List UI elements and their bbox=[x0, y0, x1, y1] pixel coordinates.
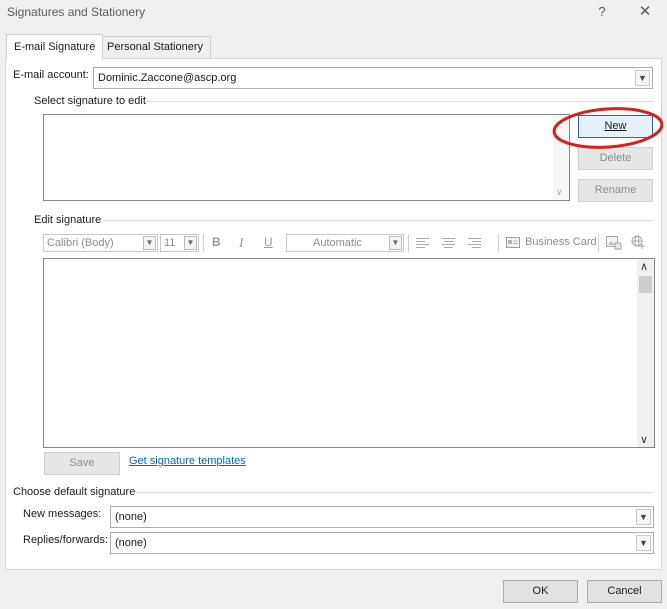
chevron-down-icon: ▼ bbox=[636, 535, 651, 551]
annotation-circle bbox=[552, 107, 664, 149]
italic-button[interactable]: I bbox=[239, 235, 243, 251]
email-account-label: E-mail account: bbox=[13, 69, 89, 81]
chevron-down-icon: ▼ bbox=[184, 236, 197, 250]
toolbar-separator bbox=[598, 234, 599, 252]
cancel-button[interactable]: Cancel bbox=[587, 580, 662, 603]
signature-editor[interactable]: ∧ ∨ bbox=[43, 258, 655, 448]
business-card-button[interactable]: Business Card bbox=[506, 236, 597, 250]
font-size-value: 11 bbox=[164, 237, 176, 249]
email-account-select[interactable]: Dominic.Zaccone@ascp.org ▼ bbox=[93, 67, 653, 89]
chevron-down-icon: ▼ bbox=[389, 236, 402, 250]
chevron-down-icon: ▼ bbox=[636, 509, 651, 525]
default-signature-label: Choose default signature bbox=[13, 486, 136, 498]
signature-list[interactable]: ∨ bbox=[43, 114, 570, 201]
help-button[interactable]: ? bbox=[592, 4, 612, 22]
window-title: Signatures and Stationery bbox=[7, 5, 146, 19]
toolbar-separator bbox=[498, 234, 499, 252]
edit-signature-label: Edit signature bbox=[34, 214, 102, 226]
new-messages-value: (none) bbox=[115, 511, 147, 523]
email-account-value: Dominic.Zaccone@ascp.org bbox=[98, 72, 237, 84]
ok-button[interactable]: OK bbox=[503, 580, 578, 603]
close-button[interactable]: ✕ bbox=[632, 2, 658, 24]
tab-personal-stationery[interactable]: Personal Stationery bbox=[99, 36, 211, 58]
select-signature-label: Select signature to edit bbox=[34, 95, 146, 107]
toolbar-separator bbox=[408, 234, 409, 252]
underline-button[interactable]: U bbox=[264, 235, 273, 249]
align-left-icon[interactable] bbox=[416, 237, 430, 249]
replies-forwards-select[interactable]: (none) ▼ bbox=[110, 532, 654, 554]
scroll-up-icon[interactable]: ∧ bbox=[640, 260, 648, 273]
insert-hyperlink-icon[interactable] bbox=[631, 235, 647, 250]
group-divider bbox=[104, 220, 654, 221]
insert-picture-icon[interactable] bbox=[606, 235, 622, 250]
replies-forwards-label: Replies/forwards: bbox=[23, 534, 108, 546]
chevron-down-icon: ▼ bbox=[635, 70, 650, 86]
new-messages-select[interactable]: (none) ▼ bbox=[110, 506, 654, 528]
group-divider bbox=[146, 101, 654, 102]
business-card-label: Business Card bbox=[525, 236, 597, 248]
toolbar-separator bbox=[203, 234, 204, 252]
scroll-down-icon: ∨ bbox=[556, 187, 563, 197]
font-size-select[interactable]: 11 ▼ bbox=[160, 234, 199, 252]
rename-signature-button[interactable]: Rename bbox=[578, 179, 653, 202]
align-center-icon[interactable] bbox=[442, 237, 456, 249]
group-divider bbox=[133, 492, 654, 493]
editor-scrollbar[interactable]: ∧ ∨ bbox=[637, 259, 654, 447]
align-right-icon[interactable] bbox=[468, 237, 482, 249]
tab-email-signature[interactable]: E-mail Signature bbox=[6, 34, 104, 59]
font-value: Calibri (Body) bbox=[47, 237, 114, 249]
business-card-icon bbox=[506, 236, 520, 248]
save-button[interactable]: Save bbox=[44, 452, 120, 475]
scroll-thumb[interactable] bbox=[639, 276, 652, 293]
font-color-select[interactable]: Automatic ▼ bbox=[286, 234, 404, 252]
bold-button[interactable]: B bbox=[212, 235, 221, 249]
signature-templates-link[interactable]: Get signature templates bbox=[129, 455, 246, 467]
font-select[interactable]: Calibri (Body) ▼ bbox=[43, 234, 158, 252]
font-color-value: Automatic bbox=[313, 237, 362, 249]
chevron-down-icon: ▼ bbox=[143, 236, 156, 250]
scroll-down-icon[interactable]: ∨ bbox=[640, 433, 648, 446]
replies-forwards-value: (none) bbox=[115, 537, 147, 549]
new-messages-label: New messages: bbox=[23, 508, 102, 520]
